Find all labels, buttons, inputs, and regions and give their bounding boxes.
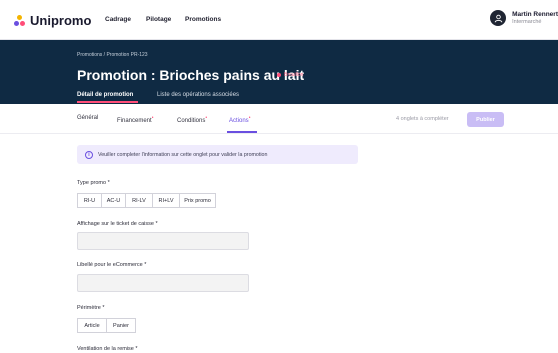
ticket-input[interactable] bbox=[77, 232, 249, 250]
user-org: Intermarché bbox=[512, 19, 542, 25]
type-promo-selector: RI-U AC-U RI-LV RI+LV Prix promo bbox=[77, 193, 216, 208]
active-subtab-indicator bbox=[227, 131, 257, 133]
status-dot-icon bbox=[277, 73, 281, 77]
nav-promotions[interactable]: Promotions bbox=[185, 16, 221, 23]
ecommerce-label: Libellé pour le eCommerce * bbox=[77, 262, 147, 268]
ecommerce-input[interactable] bbox=[77, 274, 249, 292]
info-icon: i bbox=[85, 150, 93, 159]
subtab-financement[interactable]: Financement• bbox=[117, 115, 153, 124]
tab-detail-promotion[interactable]: Détail de promotion bbox=[77, 92, 133, 98]
perimetre-selector: Article Panier bbox=[77, 318, 136, 333]
status-badge: Brouillon bbox=[277, 72, 303, 78]
avatar bbox=[490, 10, 507, 26]
ventilation-label: Ventilation de la remise * bbox=[77, 346, 138, 352]
page-title: Promotion : Brioches pains au lait bbox=[77, 67, 305, 83]
top-bar: Unipromo Cadrage Pilotage Promotions Mar… bbox=[0, 0, 558, 40]
active-tab-indicator bbox=[77, 101, 138, 103]
user-icon bbox=[494, 14, 502, 22]
perimetre-option-panier[interactable]: Panier bbox=[106, 318, 136, 333]
perimetre-label: Périmètre * bbox=[77, 305, 105, 311]
logo-icon bbox=[14, 14, 26, 27]
status-label: Brouillon bbox=[284, 72, 304, 78]
user-name: Martin Rennert bbox=[512, 11, 558, 18]
type-promo-option-ri-plus-lv[interactable]: RI+LV bbox=[152, 193, 180, 208]
tab-operations-associees[interactable]: Liste des opérations associées bbox=[157, 92, 239, 98]
subtab-conditions[interactable]: Conditions• bbox=[177, 115, 207, 124]
type-promo-label: Type promo * bbox=[77, 180, 110, 186]
subtab-actions[interactable]: Actions• bbox=[229, 115, 250, 124]
alert-text: Veuiller completer l'information sur cet… bbox=[98, 151, 268, 158]
logo[interactable]: Unipromo bbox=[14, 13, 91, 28]
ticket-label: Affichage sur le ticket de caisse * bbox=[77, 221, 158, 227]
logo-text: Unipromo bbox=[30, 13, 92, 28]
type-promo-option-ri-lv[interactable]: RI-LV bbox=[125, 193, 153, 208]
type-promo-option-ri-u[interactable]: RI-U bbox=[77, 193, 102, 208]
info-alert: i Veuiller completer l'information sur c… bbox=[77, 145, 358, 164]
type-promo-option-prix-promo[interactable]: Prix promo bbox=[179, 193, 216, 208]
remaining-tabs-count: 4 onglets à compléter bbox=[396, 116, 449, 122]
promotion-header: Promotions / Promotion PR-123 Promotion … bbox=[0, 40, 558, 104]
type-promo-option-ac-u[interactable]: AC-U bbox=[101, 193, 126, 208]
perimetre-option-article[interactable]: Article bbox=[77, 318, 107, 333]
publish-button[interactable]: Publier bbox=[467, 112, 504, 127]
nav-cadrage[interactable]: Cadrage bbox=[105, 16, 131, 23]
nav-pilotage[interactable]: Pilotage bbox=[146, 16, 171, 23]
breadcrumb[interactable]: Promotions / Promotion PR-123 bbox=[77, 52, 148, 58]
user-menu[interactable]: Martin Rennert Intermarché bbox=[490, 10, 558, 26]
subtab-general[interactable]: Général bbox=[77, 115, 98, 121]
